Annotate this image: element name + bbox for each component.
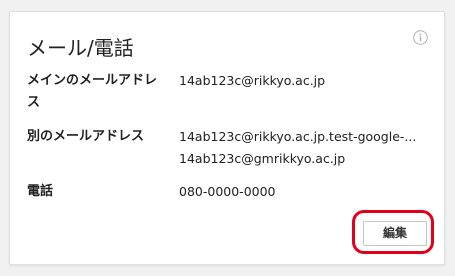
phone-values: 080-0000-0000 — [179, 181, 439, 203]
info-icon[interactable] — [413, 30, 428, 45]
card-title: メール/電話 — [27, 36, 134, 60]
phone-label: 電話 — [27, 184, 54, 199]
alternate-email-value: 14ab123c@gmrikkyo.ac.jp — [179, 151, 346, 166]
phone-value: 080-0000-0000 — [179, 184, 276, 199]
primary-email-values: 14ab123c@rikkyo.ac.jp — [179, 70, 439, 92]
contact-card: メール/電話 メインのメールアドレス 14ab123c@rikkyo.ac.jp… — [9, 11, 445, 265]
alternate-email-values: 14ab123c@rikkyo.ac.jp.test-google-... 14… — [179, 126, 439, 170]
primary-email-label: メインのメールアドレス — [27, 73, 158, 110]
alternate-email-value: 14ab123c@rikkyo.ac.jp.test-google-... — [179, 129, 417, 144]
edit-button[interactable]: 編集 — [363, 221, 427, 246]
primary-email-value: 14ab123c@rikkyo.ac.jp — [179, 73, 326, 88]
alternate-email-label: 別のメールアドレス — [27, 129, 145, 144]
